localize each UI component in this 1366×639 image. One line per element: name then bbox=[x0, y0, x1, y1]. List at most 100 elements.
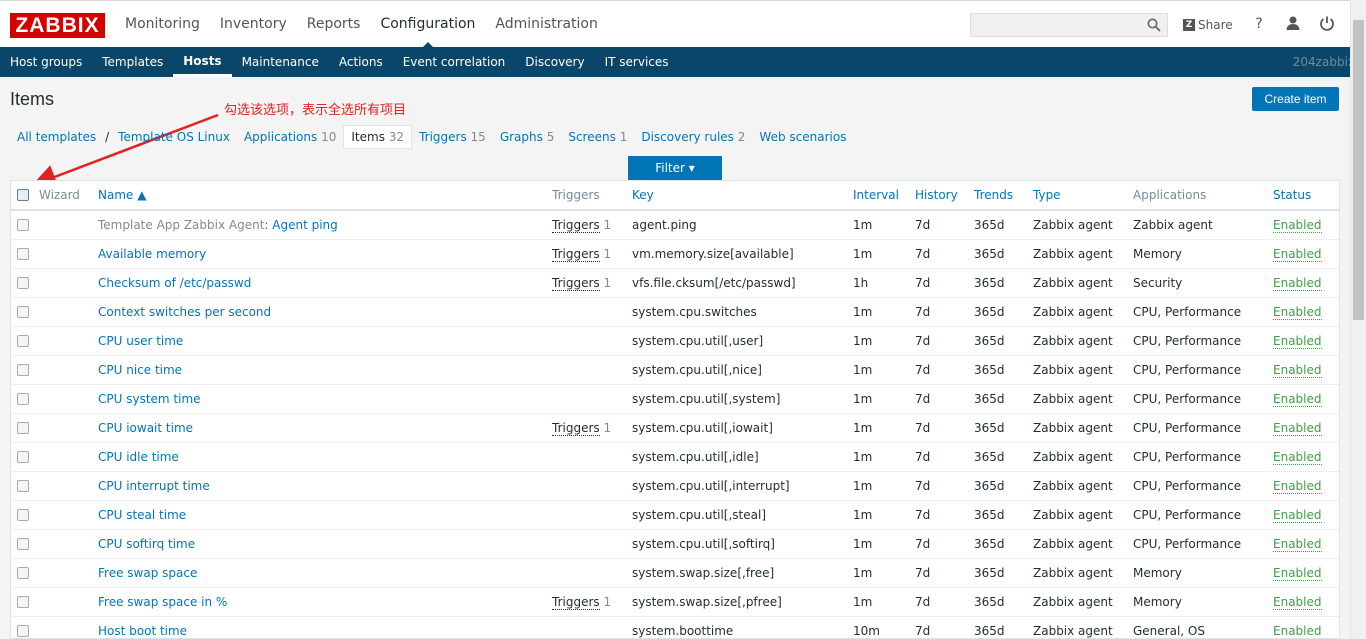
item-trends: 365d bbox=[974, 276, 1005, 290]
row-checkbox[interactable] bbox=[17, 364, 29, 376]
item-triggers-link[interactable]: Triggers bbox=[552, 421, 600, 436]
sub-nav-event-correlation[interactable]: Event correlation bbox=[393, 47, 516, 77]
tab-screens[interactable]: Screens 1 bbox=[561, 126, 634, 148]
item-status-cell: Enabled bbox=[1273, 501, 1322, 530]
row-checkbox[interactable] bbox=[17, 509, 29, 521]
item-type: Zabbix agent bbox=[1033, 479, 1113, 493]
search-icon[interactable] bbox=[1147, 18, 1161, 32]
breadcrumb-all-templates[interactable]: All templates bbox=[10, 126, 103, 148]
item-name-link[interactable]: CPU iowait time bbox=[98, 421, 193, 435]
tab-web-scenarios[interactable]: Web scenarios bbox=[752, 126, 853, 148]
main-nav-administration[interactable]: Administration bbox=[485, 1, 607, 48]
item-status-toggle[interactable]: Enabled bbox=[1273, 595, 1322, 610]
item-name-link[interactable]: Host boot time bbox=[98, 624, 187, 638]
user-profile-icon[interactable] bbox=[1284, 15, 1302, 33]
tab-triggers[interactable]: Triggers 15 bbox=[412, 126, 493, 148]
item-status-toggle[interactable]: Enabled bbox=[1273, 479, 1322, 494]
tab-applications[interactable]: Applications 10 bbox=[237, 126, 343, 148]
row-checkbox[interactable] bbox=[17, 277, 29, 289]
item-status-toggle[interactable]: Enabled bbox=[1273, 334, 1322, 349]
col-name[interactable]: Name ▲ bbox=[98, 181, 146, 209]
item-applications: Security bbox=[1133, 276, 1183, 290]
row-checkbox[interactable] bbox=[17, 422, 29, 434]
col-trends[interactable]: Trends bbox=[974, 181, 1013, 209]
item-status-toggle[interactable]: Enabled bbox=[1273, 450, 1322, 465]
item-status-toggle[interactable]: Enabled bbox=[1273, 508, 1322, 523]
row-checkbox[interactable] bbox=[17, 625, 29, 637]
sub-nav-maintenance[interactable]: Maintenance bbox=[232, 47, 329, 77]
main-nav-monitoring[interactable]: Monitoring bbox=[115, 1, 210, 48]
breadcrumb-template[interactable]: Template OS Linux bbox=[111, 126, 237, 148]
item-name-link[interactable]: Free swap space bbox=[98, 566, 197, 580]
item-status-toggle[interactable]: Enabled bbox=[1273, 392, 1322, 407]
main-nav-configuration[interactable]: Configuration bbox=[370, 1, 485, 48]
sub-nav-actions[interactable]: Actions bbox=[329, 47, 393, 77]
sub-nav-hosts[interactable]: Hosts bbox=[173, 47, 232, 77]
item-name-link[interactable]: CPU nice time bbox=[98, 363, 182, 377]
col-triggers: Triggers bbox=[552, 188, 600, 202]
item-name-link[interactable]: Context switches per second bbox=[98, 305, 271, 319]
item-triggers-link[interactable]: Triggers bbox=[552, 595, 600, 610]
tab-items[interactable]: Items 32 bbox=[343, 125, 413, 149]
sub-nav-discovery[interactable]: Discovery bbox=[515, 47, 594, 77]
row-checkbox[interactable] bbox=[17, 596, 29, 608]
item-name-link[interactable]: CPU steal time bbox=[98, 508, 186, 522]
item-name-link[interactable]: CPU user time bbox=[98, 334, 183, 348]
create-item-button[interactable]: Create item bbox=[1252, 87, 1339, 111]
item-trends: 365d bbox=[974, 595, 1005, 609]
filter-toggle-button[interactable]: Filter ▾ bbox=[628, 156, 722, 180]
item-triggers-link[interactable]: Triggers bbox=[552, 247, 600, 262]
sign-out-icon[interactable] bbox=[1318, 15, 1336, 33]
search-input[interactable] bbox=[970, 13, 1168, 37]
sub-nav-it-services[interactable]: IT services bbox=[595, 47, 679, 77]
item-name-link[interactable]: CPU softirq time bbox=[98, 537, 195, 551]
sub-nav-templates[interactable]: Templates bbox=[92, 47, 173, 77]
item-status-toggle[interactable]: Enabled bbox=[1273, 566, 1322, 581]
item-name-link[interactable]: Free swap space in % bbox=[98, 595, 227, 609]
row-checkbox[interactable] bbox=[17, 567, 29, 579]
col-interval[interactable]: Interval bbox=[853, 181, 899, 209]
item-name-link[interactable]: CPU interrupt time bbox=[98, 479, 210, 493]
item-template-link[interactable]: Template App Zabbix Agent bbox=[98, 218, 264, 232]
item-status-toggle[interactable]: Enabled bbox=[1273, 421, 1322, 436]
row-checkbox[interactable] bbox=[17, 480, 29, 492]
row-checkbox[interactable] bbox=[17, 219, 29, 231]
tab-discovery-rules[interactable]: Discovery rules 2 bbox=[634, 126, 752, 148]
table-row: Available memory Triggers 1 vm.memory.size… bbox=[11, 240, 1339, 269]
row-checkbox[interactable] bbox=[17, 335, 29, 347]
help-icon[interactable]: ? bbox=[1250, 15, 1268, 33]
item-name-link[interactable]: CPU idle time bbox=[98, 450, 179, 464]
row-checkbox[interactable] bbox=[17, 451, 29, 463]
item-status-toggle[interactable]: Enabled bbox=[1273, 363, 1322, 378]
item-triggers-link[interactable]: Triggers bbox=[552, 276, 600, 291]
row-checkbox[interactable] bbox=[17, 248, 29, 260]
item-status-toggle[interactable]: Enabled bbox=[1273, 537, 1322, 552]
scrollbar-thumb[interactable] bbox=[1353, 20, 1364, 320]
select-all-checkbox[interactable] bbox=[17, 189, 29, 201]
sub-nav-host-groups[interactable]: Host groups bbox=[0, 47, 92, 77]
main-nav-reports[interactable]: Reports bbox=[297, 1, 371, 48]
row-checkbox[interactable] bbox=[17, 538, 29, 550]
item-name-link[interactable]: Agent ping bbox=[272, 218, 338, 232]
col-key[interactable]: Key bbox=[632, 181, 654, 209]
item-status-toggle[interactable]: Enabled bbox=[1273, 276, 1322, 291]
item-status-toggle[interactable]: Enabled bbox=[1273, 247, 1322, 262]
row-checkbox[interactable] bbox=[17, 393, 29, 405]
page-scrollbar[interactable] bbox=[1350, 0, 1366, 639]
item-status-toggle[interactable]: Enabled bbox=[1273, 305, 1322, 320]
item-triggers-link[interactable]: Triggers bbox=[552, 218, 600, 233]
main-nav-inventory[interactable]: Inventory bbox=[210, 1, 297, 48]
col-type[interactable]: Type bbox=[1033, 181, 1061, 209]
item-status-toggle[interactable]: Enabled bbox=[1273, 218, 1322, 233]
tab-graphs[interactable]: Graphs 5 bbox=[493, 126, 562, 148]
item-name-link[interactable]: CPU system time bbox=[98, 392, 201, 406]
item-history: 7d bbox=[915, 450, 931, 464]
col-history[interactable]: History bbox=[915, 181, 958, 209]
item-name-link[interactable]: Checksum of /etc/passwd bbox=[98, 276, 251, 290]
col-status[interactable]: Status bbox=[1273, 181, 1311, 209]
item-status-toggle[interactable]: Enabled bbox=[1273, 624, 1322, 638]
item-name-link[interactable]: Available memory bbox=[98, 247, 206, 261]
row-checkbox[interactable] bbox=[17, 306, 29, 318]
zabbix-logo[interactable]: ZABBIX bbox=[10, 13, 105, 38]
share-button[interactable]: Z Share bbox=[1183, 15, 1233, 35]
